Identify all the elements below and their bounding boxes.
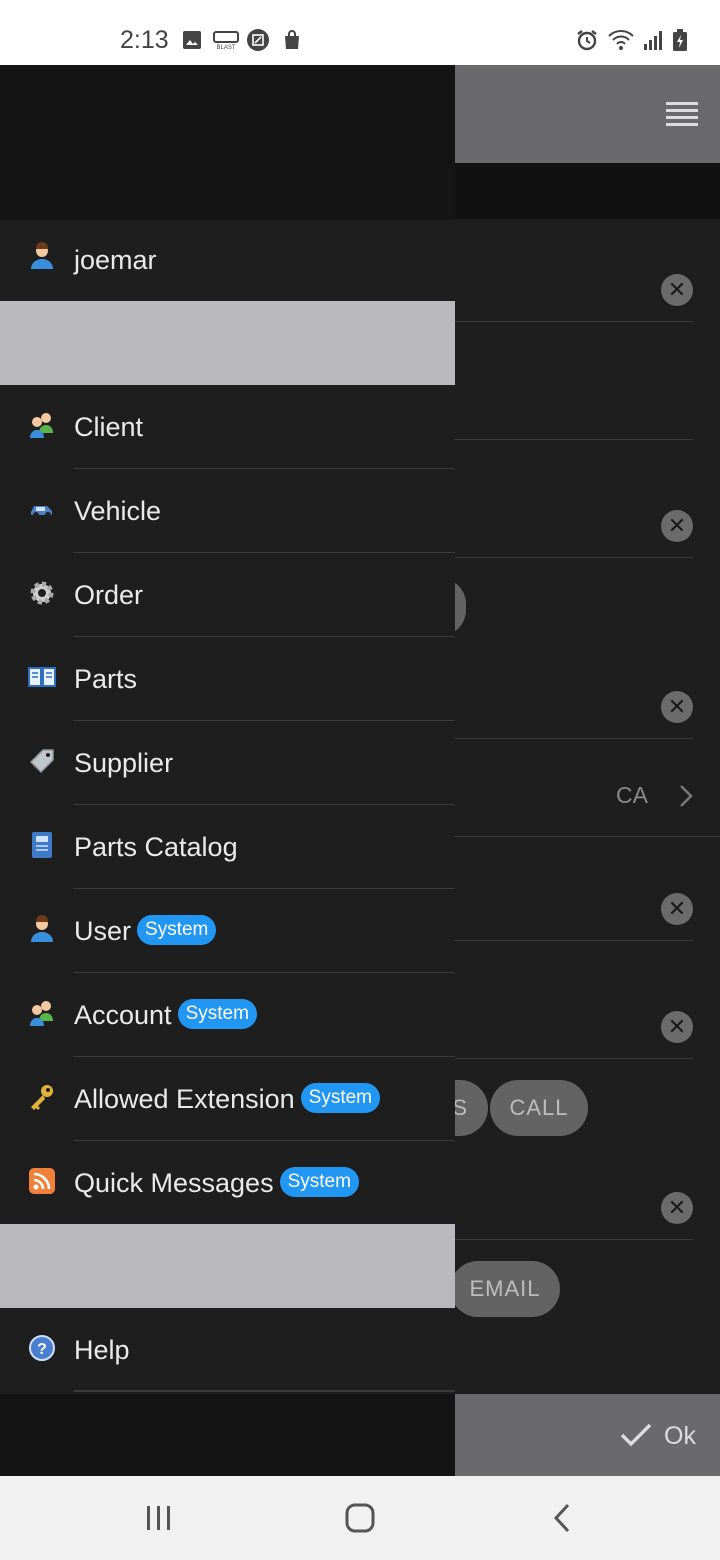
system-badge: System	[300, 1082, 380, 1113]
status-bar: 2:13 BLAST	[0, 0, 720, 65]
drawer-item-label-wrap: Quick Messages System	[74, 1141, 359, 1225]
drawer-item-order[interactable]: Order	[0, 553, 455, 637]
edit-box-icon	[247, 29, 269, 51]
tag-icon	[29, 749, 54, 774]
clear-icon[interactable]: ✕	[661, 274, 693, 306]
clear-icon[interactable]: ✕	[661, 893, 693, 925]
drawer-user-row[interactable]: joemar	[0, 220, 455, 301]
drawer-item-label: Parts Catalog	[74, 832, 238, 862]
drawer-item-parts-catalog[interactable]: Parts Catalog	[0, 805, 455, 889]
back-icon[interactable]	[552, 1503, 572, 1533]
drawer-item-label: Vehicle	[74, 496, 162, 526]
book-icon	[28, 667, 56, 687]
chevron-right-icon[interactable]	[678, 784, 694, 808]
field-divider	[455, 738, 693, 739]
drawer-item-label: Order	[74, 580, 144, 610]
drawer-item-user[interactable]: User System	[0, 889, 455, 973]
drawer-item-allowed-extension[interactable]: Allowed Extension System	[0, 1057, 455, 1141]
svg-text:BLAST: BLAST	[216, 45, 235, 51]
sms-button-label: S	[452, 1095, 468, 1120]
drawer-item-label: Parts	[74, 664, 138, 694]
vehicle-icon	[31, 506, 52, 518]
system-badge: System	[177, 998, 257, 1029]
drawer-item-label: Quick Messages	[74, 1168, 274, 1198]
field-divider	[455, 1058, 693, 1059]
field-divider	[455, 321, 693, 322]
drawer-item-label: User	[74, 916, 132, 946]
drawer-item-label-wrap: User System	[74, 889, 217, 973]
field-divider	[455, 557, 693, 558]
clear-icon[interactable]: ✕	[661, 691, 693, 723]
ok-button[interactable]: Ok	[664, 1422, 696, 1451]
field-divider	[455, 940, 693, 941]
status-time: 2:13	[120, 26, 169, 54]
system-badge: System	[279, 1166, 359, 1197]
drawer-item-client[interactable]: Client	[0, 385, 455, 469]
drawer-item-label: Allowed Extension	[74, 1084, 295, 1114]
drawer-item-label-wrap: Allowed Extension System	[74, 1057, 380, 1141]
drawer-item-account[interactable]: Account System	[0, 973, 455, 1057]
battery-charging-icon	[673, 29, 687, 51]
wifi-icon	[608, 30, 634, 50]
drawer-item-label: Help	[74, 1335, 130, 1365]
drawer-item-help[interactable]: ? Help	[0, 1308, 455, 1392]
background-tab-strip	[455, 163, 720, 219]
drawer-item-label: Account	[74, 1000, 172, 1030]
drawer-footer	[0, 1394, 455, 1476]
svg-text:?: ?	[37, 1341, 47, 1358]
call-button[interactable]: CALL	[490, 1080, 588, 1136]
drawer-separator	[0, 301, 455, 385]
alarm-icon	[577, 30, 597, 51]
country-value[interactable]: CA	[616, 782, 648, 809]
background-app-bar	[455, 65, 720, 163]
field-divider	[455, 439, 693, 440]
section-divider	[455, 836, 720, 837]
check-icon[interactable]	[619, 1421, 653, 1449]
client-icon	[30, 413, 53, 438]
navigation-bar	[0, 1476, 720, 1560]
shopping-bag-icon	[285, 30, 299, 49]
user-icon	[31, 915, 53, 942]
drawer-username: joemar	[74, 245, 157, 275]
drawer-item-supplier[interactable]: Supplier	[0, 721, 455, 805]
image-icon	[183, 31, 201, 49]
list-menu-icon[interactable]	[665, 100, 699, 128]
drawer-item-label: Client	[74, 412, 144, 442]
drawer-item-vehicle[interactable]: Vehicle	[0, 469, 455, 553]
home-icon[interactable]	[344, 1502, 376, 1534]
drawer-item-label: Supplier	[74, 748, 174, 778]
blast-icon: BLAST	[213, 31, 239, 51]
signal-icon	[644, 31, 662, 50]
clear-icon[interactable]: ✕	[661, 1011, 693, 1043]
drawer-item-quick-messages[interactable]: Quick Messages System	[0, 1141, 455, 1225]
recent-apps-icon[interactable]	[144, 1504, 174, 1532]
email-button[interactable]: EMAIL	[450, 1261, 560, 1317]
help-icon: ?	[29, 1335, 55, 1361]
catalog-icon	[32, 832, 52, 858]
drawer-separator	[0, 1224, 455, 1308]
background-footer: Ok	[455, 1394, 720, 1476]
user-icon	[31, 242, 53, 269]
clear-icon[interactable]: ✕	[661, 1192, 693, 1224]
drawer-header	[0, 65, 455, 221]
account-icon	[30, 1001, 53, 1026]
drawer-item-parts[interactable]: Parts	[0, 637, 455, 721]
rss-icon	[29, 1168, 55, 1194]
clear-icon[interactable]: ✕	[661, 510, 693, 542]
drawer-item-label-wrap: Account System	[74, 973, 257, 1057]
key-icon	[31, 1085, 53, 1110]
row-divider	[74, 1390, 455, 1392]
gear-icon	[30, 581, 54, 605]
system-badge: System	[137, 914, 217, 945]
field-divider	[455, 1239, 693, 1240]
